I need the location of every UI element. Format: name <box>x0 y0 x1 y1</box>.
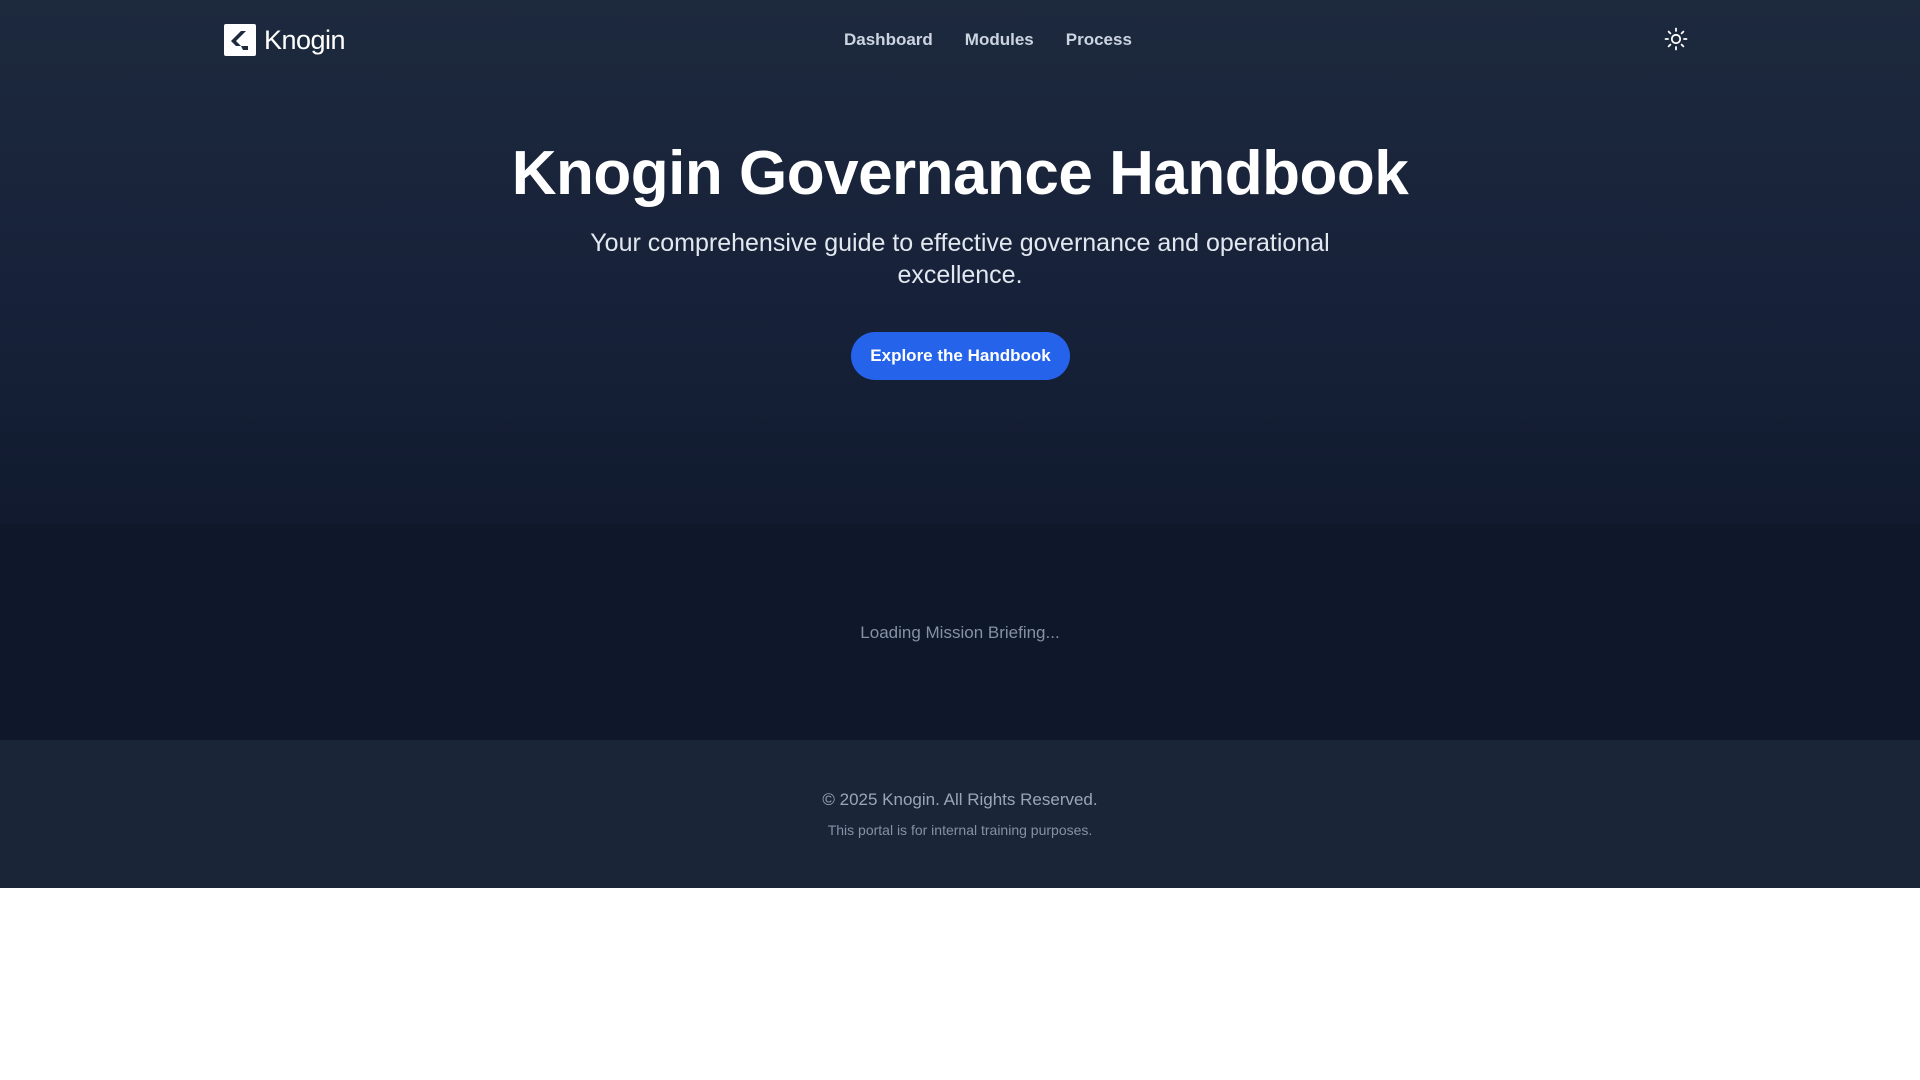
nav-process[interactable]: Process <box>1066 24 1132 56</box>
page-footer: © 2025 Knogin. All Rights Reserved. This… <box>0 740 1920 888</box>
main-nav: Dashboard Modules Process <box>844 24 1132 56</box>
nav-modules[interactable]: Modules <box>965 24 1034 56</box>
explore-handbook-button[interactable]: Explore the Handbook <box>851 332 1070 380</box>
hero-title: Knogin Governance Handbook <box>511 139 1409 208</box>
hero-section: Knogin Dashboard Modules Process Knogin … <box>0 0 1920 524</box>
brand-logo-link[interactable]: Knogin <box>224 24 346 56</box>
knogin-k-icon <box>224 24 256 56</box>
theme-toggle-button[interactable] <box>1662 26 1690 54</box>
page: Knogin Dashboard Modules Process Knogin … <box>0 0 1920 1080</box>
top-navbar: Knogin Dashboard Modules Process <box>0 0 1920 80</box>
sun-icon <box>1664 27 1688 54</box>
footer-note: This portal is for internal training pur… <box>827 822 1093 838</box>
hero-subtitle: Your comprehensive guide to effective go… <box>590 229 1330 289</box>
mission-briefing-section: Loading Mission Briefing... <box>0 524 1920 740</box>
nav-dashboard[interactable]: Dashboard <box>844 24 933 56</box>
brand-name: Knogin <box>264 25 346 55</box>
loading-status-text: Loading Mission Briefing... <box>860 623 1060 642</box>
footer-copyright: © 2025 Knogin. All Rights Reserved. <box>822 790 1098 809</box>
